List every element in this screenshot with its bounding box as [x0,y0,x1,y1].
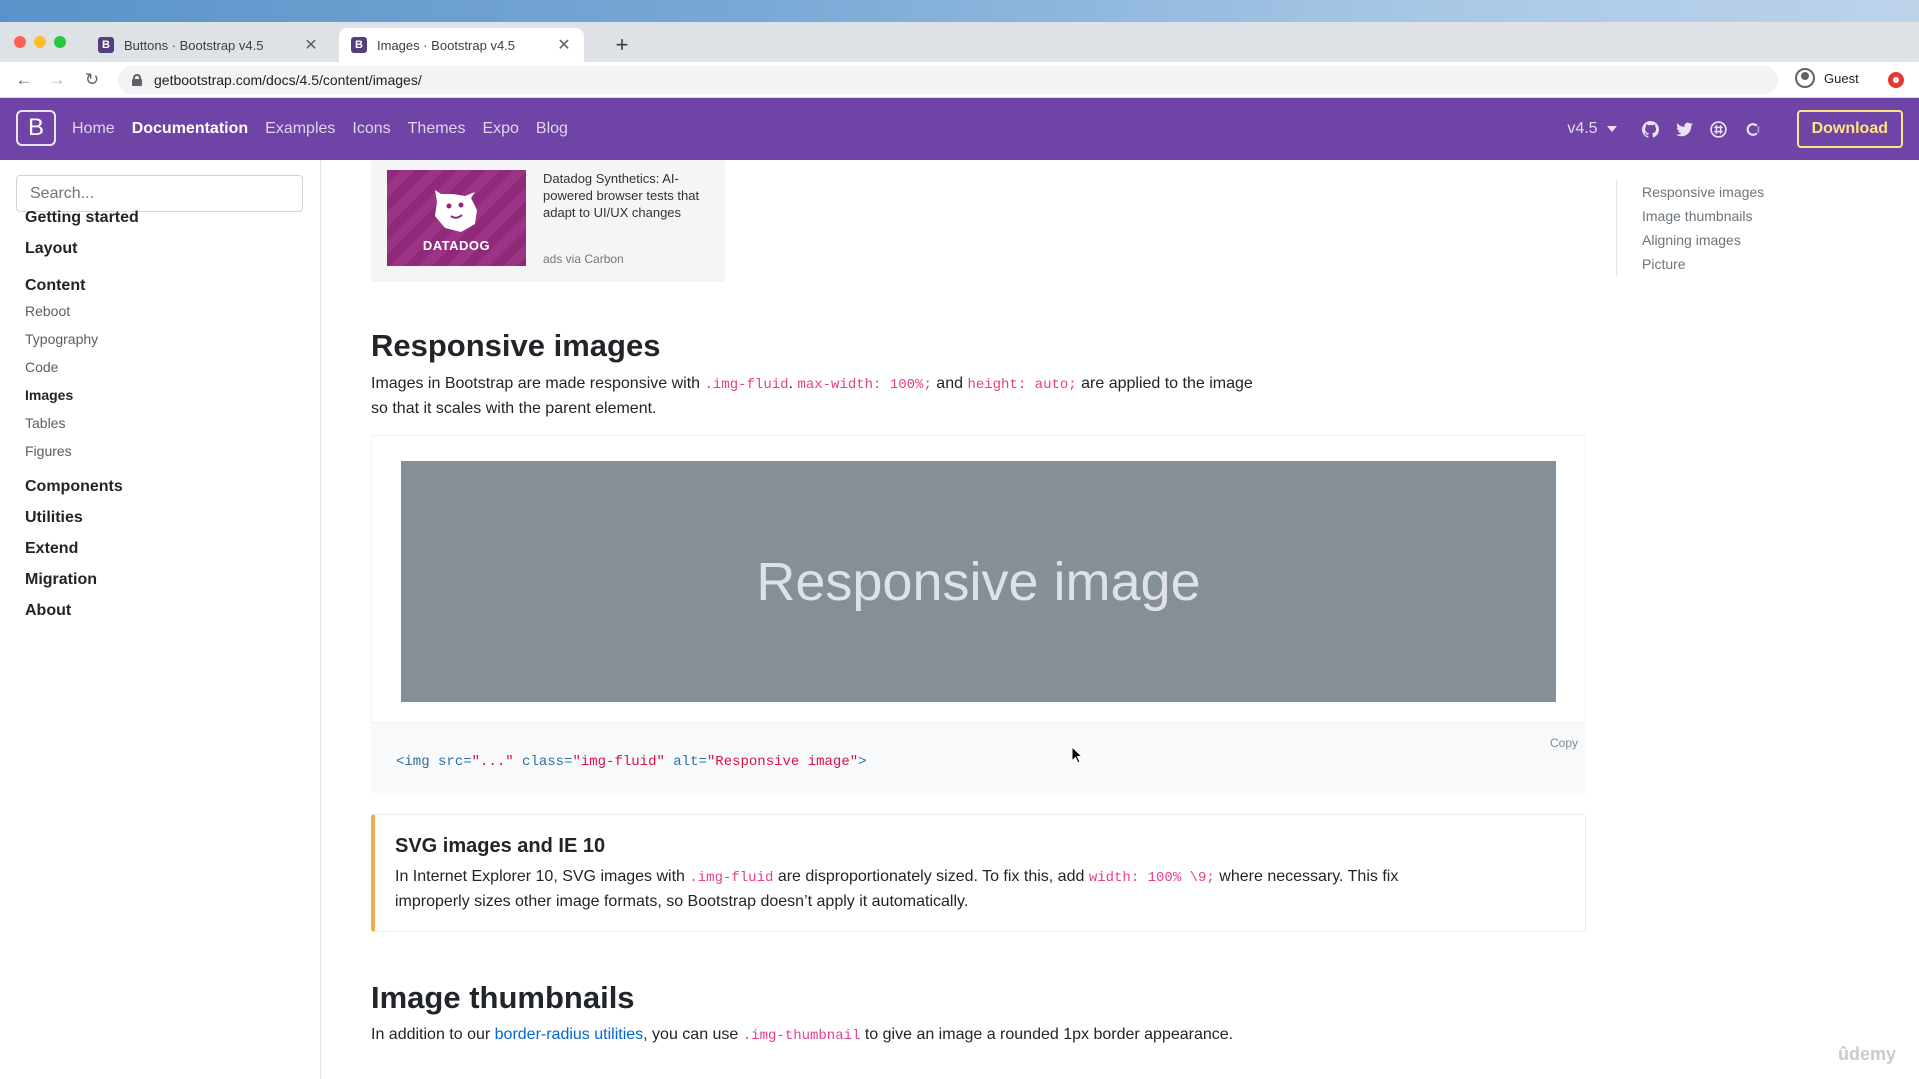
toc-image-thumbnails[interactable]: Image thumbnails [1642,204,1764,228]
main-nav: Home Documentation Examples Icons Themes… [72,98,585,160]
nav-expo[interactable]: Expo [482,120,518,138]
nav-documentation[interactable]: Documentation [132,120,248,138]
code-snippet: Copy <img src="..." class="img-fluid" al… [371,723,1586,793]
toc-aligning-images[interactable]: Aligning images [1642,228,1764,252]
github-icon[interactable] [1641,119,1661,139]
ad-image[interactable]: DATADOG [387,170,526,266]
version-dropdown[interactable]: v4.5 [1567,120,1617,138]
sidebar-item-components[interactable]: Components [25,478,123,496]
lock-icon [132,74,142,86]
close-tab-icon[interactable]: ✕ [556,35,572,55]
sidebar-item-extend[interactable]: Extend [25,540,78,558]
slack-icon[interactable] [1709,119,1729,139]
sidebar-item-migration[interactable]: Migration [25,571,97,589]
browser-tab-bar: B Buttons · Bootstrap v4.5 ✕ B Images · … [0,22,1919,62]
profile-avatar-icon [1795,68,1815,88]
desktop-background [0,0,1919,22]
border-radius-utilities-link[interactable]: border-radius utilities [495,1026,644,1043]
bootstrap-favicon-icon: B [351,37,367,53]
browser-tab-buttons[interactable]: B Buttons · Bootstrap v4.5 ✕ [86,28,331,62]
sidebar-item-reboot[interactable]: Reboot [25,303,70,319]
width-hack-code: width: 100% \9; [1088,870,1215,886]
sidebar-item-utilities[interactable]: Utilities [25,509,83,527]
reload-icon[interactable]: ↻ [80,68,104,92]
sidebar-item-images[interactable]: Images [25,387,73,403]
nav-blog[interactable]: Blog [536,120,568,138]
extension-icon[interactable] [1888,72,1904,88]
img-fluid-code: .img-fluid [689,870,774,886]
responsive-image-placeholder: Responsive image [401,461,1556,702]
download-button[interactable]: Download [1796,110,1903,148]
image-thumbnails-description: In addition to our border-radius utiliti… [371,1026,1234,1044]
nav-icons[interactable]: Icons [352,120,390,138]
zoom-window-button[interactable] [54,36,66,48]
close-window-button[interactable] [14,36,26,48]
tab-title: Buttons · Bootstrap v4.5 [124,37,264,53]
browser-tab-images[interactable]: B Images · Bootstrap v4.5 ✕ [339,28,584,62]
site-navbar: B Home Documentation Examples Icons Them… [0,98,1919,160]
close-tab-icon[interactable]: ✕ [303,35,319,55]
search-input[interactable]: Search... [16,175,303,212]
image-thumbnails-heading: Image thumbnails [371,980,635,1015]
nav-examples[interactable]: Examples [265,120,335,138]
sidebar-item-figures[interactable]: Figures [25,443,72,459]
url-text: getbootstrap.com/docs/4.5/content/images… [154,72,422,88]
responsive-image-example: Responsive image [371,435,1586,723]
sidebar-item-code[interactable]: Code [25,359,58,375]
udemy-watermark: ûdemy [1838,1044,1897,1064]
table-of-contents: Responsive images Image thumbnails Align… [1616,180,1764,276]
height-auto-code: height: auto; [967,377,1077,393]
bootstrap-logo[interactable]: B [16,110,56,146]
caret-down-icon [1606,126,1617,132]
new-tab-button[interactable]: + [610,32,634,58]
ad-brand-text: DATADOG [422,238,491,253]
responsive-images-description: Images in Bootstrap are made responsive … [371,375,1253,417]
mouse-cursor-icon [1071,746,1083,764]
sidebar-item-about[interactable]: About [25,602,71,620]
max-width-code: max-width: 100%; [797,377,932,393]
toc-responsive-images[interactable]: Responsive images [1642,180,1764,204]
datadog-logo-icon [435,190,477,232]
browser-toolbar: ← → ↻ getbootstrap.com/docs/4.5/content/… [0,62,1919,98]
profile-button[interactable]: Guest [1795,68,1859,88]
sidebar-item-content[interactable]: Content [25,277,85,295]
callout-title: SVG images and IE 10 [395,835,606,857]
opencollective-icon[interactable] [1743,119,1763,139]
ad-text[interactable]: Datadog Synthetics: AI-powered browser t… [543,170,711,221]
navbar-right: v4.5 Download [1567,98,1919,160]
responsive-images-heading: Responsive images [371,328,661,363]
sidebar-item-layout[interactable]: Layout [25,240,77,258]
address-bar[interactable]: getbootstrap.com/docs/4.5/content/images… [118,66,1778,94]
forward-arrow-icon[interactable]: → [45,68,69,92]
img-fluid-code: .img-fluid [704,377,789,393]
sidebar-item-tables[interactable]: Tables [25,415,65,431]
svg-ie10-callout: SVG images and IE 10 In Internet Explore… [371,814,1586,932]
carbon-ad[interactable]: DATADOG Datadog Synthetics: AI-powered b… [371,160,725,282]
twitter-icon[interactable] [1675,119,1695,139]
tab-title: Images · Bootstrap v4.5 [377,37,516,53]
sidebar-item-getting-started[interactable]: Getting started [25,209,139,227]
callout-body: In Internet Explorer 10, SVG images with… [395,868,1399,910]
img-thumbnail-code: .img-thumbnail [742,1028,861,1044]
code-line: <img src="..." class="img-fluid" alt="Re… [396,754,867,770]
ad-via[interactable]: ads via Carbon [543,252,624,266]
nav-home[interactable]: Home [72,120,115,138]
toc-picture[interactable]: Picture [1642,252,1764,276]
nav-themes[interactable]: Themes [408,120,466,138]
docs-content: DATADOG Datadog Synthetics: AI-powered b… [321,160,1919,1079]
sidebar-item-typography[interactable]: Typography [25,331,98,347]
bootstrap-favicon-icon: B [98,37,114,53]
version-label: v4.5 [1567,120,1598,137]
minimize-window-button[interactable] [34,36,46,48]
docs-sidebar: Search... Getting started Layout Content… [0,160,321,1079]
back-arrow-icon[interactable]: ← [12,68,36,92]
profile-label: Guest [1824,70,1859,86]
copy-button[interactable]: Copy [1550,736,1578,750]
